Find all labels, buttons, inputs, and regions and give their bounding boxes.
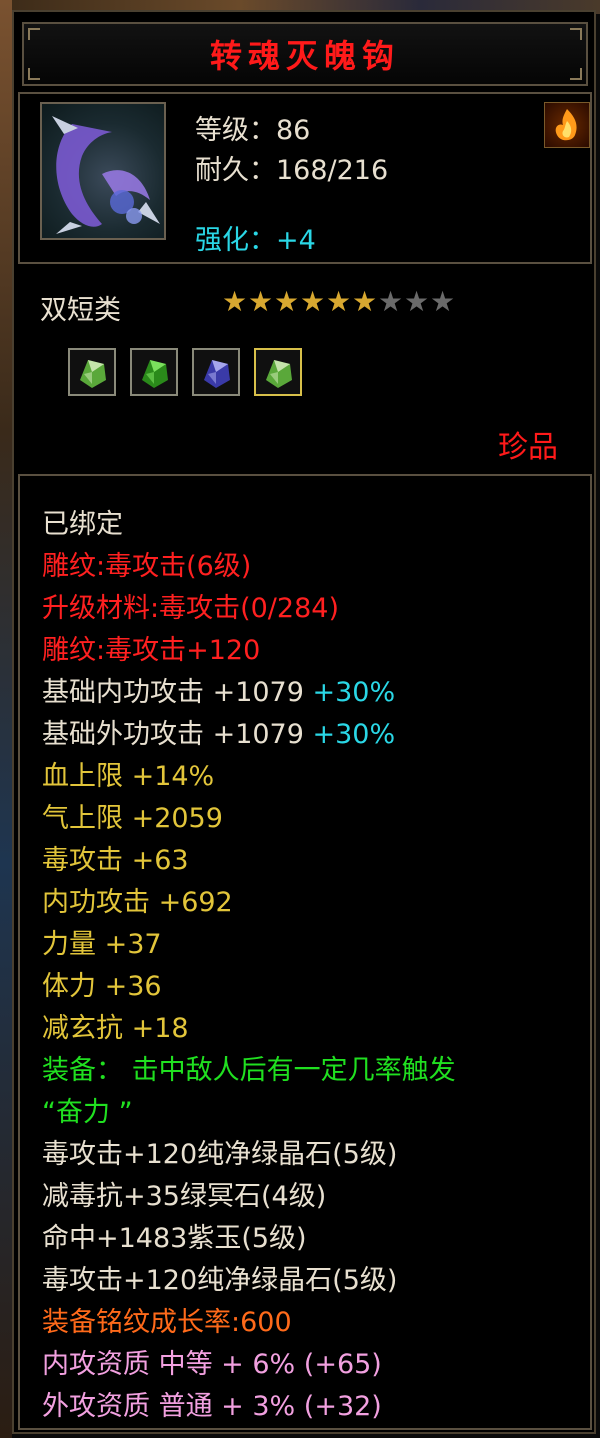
gem-sockets (68, 348, 302, 396)
attribute-line: 毒攻击+120纯净绿晶石(5级) (42, 1260, 456, 1302)
attribute-line: 命中+1483紫玉(5级) (42, 1218, 456, 1260)
attribute-bonus: +30% (303, 719, 396, 750)
attribute-text: 内功攻击 +692 (42, 887, 233, 918)
attribute-text: 力量 +37 (42, 929, 162, 960)
attribute-line: “奋力 ” (42, 1092, 456, 1134)
attribute-text: 内攻资质 中等 + 6% (+65) (42, 1349, 382, 1380)
attribute-text: 雕纹:毒攻击(6级) (42, 551, 252, 582)
level-text: 等级：86 (195, 115, 311, 146)
attribute-text: 血上限 +14% (42, 761, 215, 792)
attribute-line: 雕纹:毒攻击+120 (42, 630, 456, 672)
star-filled-icon: ★ (326, 285, 352, 318)
attribute-text: 气上限 +2059 (42, 803, 223, 834)
star-empty-icon: ★ (404, 285, 430, 318)
attribute-line: 基础外功攻击 +1079 +30% (42, 714, 456, 756)
item-header: 等级：86 耐久：168/216 强化：+4 (18, 92, 592, 264)
attribute-line: 毒攻击+120纯净绿晶石(5级) (42, 1134, 456, 1176)
fire-element-icon (544, 102, 590, 148)
attribute-line: 减毒抗+35绿冥石(4级) (42, 1176, 456, 1218)
attribute-line: 装备： 击中敌人后有一定几率触发 (42, 1050, 456, 1092)
attribute-text: 减玄抗 +18 (42, 1013, 189, 1044)
title-bar: 转魂灭魄钩 (22, 22, 588, 86)
attribute-line: 基础内功攻击 +1079 +30% (42, 672, 456, 714)
weapon-hook-icon (40, 102, 166, 240)
attribute-text: 毒攻击+120纯净绿晶石(5级) (42, 1265, 398, 1296)
attribute-text: 减毒抗+35绿冥石(4级) (42, 1181, 327, 1212)
attribute-line: 雕纹:毒攻击(6级) (42, 546, 456, 588)
attribute-text: 毒攻击 +63 (42, 845, 189, 876)
star-filled-icon: ★ (352, 285, 378, 318)
star-empty-icon: ★ (378, 285, 404, 318)
durability-text: 耐久：168/216 (195, 155, 389, 186)
attribute-line: 已绑定 (42, 504, 456, 546)
attribute-text: 命中+1483紫玉(5级) (42, 1223, 307, 1254)
attribute-line: 装备铭纹成长率:600 (42, 1302, 456, 1344)
white-green-gem-icon[interactable] (68, 348, 116, 396)
star-filled-icon: ★ (248, 285, 274, 318)
attributes-panel: 已绑定雕纹:毒攻击(6级) 升级材料:毒攻击(0/284) 雕纹:毒攻击+120 基础… (18, 474, 592, 1430)
background-left-edge (0, 0, 12, 1438)
attribute-line: 血上限 +14% (42, 756, 456, 798)
attribute-text: 装备铭纹成长率:600 (42, 1307, 292, 1338)
item-name: 转魂灭魄钩 (209, 37, 400, 75)
strengthen-text: 强化：+4 (195, 225, 316, 256)
attribute-line: 内攻资质 中等 + 6% (+65) (42, 1344, 456, 1386)
attribute-line: 力量 +37 (42, 924, 456, 966)
item-tooltip: 转魂灭魄钩 等级：86 耐久：168/216 强化：+4 双短类 ★ ★ ★ ★ ★ ★ ★… (12, 10, 596, 1434)
green-gem-icon[interactable] (130, 348, 178, 396)
attribute-bonus: +30% (303, 677, 396, 708)
blue-gem-icon[interactable] (192, 348, 240, 396)
white-green-gem-icon[interactable] (254, 348, 302, 396)
attribute-text: 基础外功攻击 +1079 (42, 719, 304, 750)
attribute-line: 外攻资质 普通 + 3% (+32) (42, 1386, 456, 1428)
star-empty-icon: ★ (430, 285, 456, 318)
attribute-text: 体力 +36 (42, 971, 162, 1002)
attribute-line: 毒攻击 +63 (42, 840, 456, 882)
star-filled-icon: ★ (300, 285, 326, 318)
star-filled-icon: ★ (274, 285, 300, 318)
attribute-text: “奋力 ” (42, 1097, 133, 1128)
attribute-text: 升级材料:毒攻击(0/284) (42, 593, 339, 624)
star-filled-icon: ★ (222, 285, 248, 318)
weapon-category: 双短类 (40, 295, 121, 326)
attribute-text: 毒攻击+120纯净绿晶石(5级) (42, 1139, 398, 1170)
attribute-line: 体力 +36 (42, 966, 456, 1008)
attribute-line: 内功攻击 +692 (42, 882, 456, 924)
attribute-line: 减玄抗 +18 (42, 1008, 456, 1050)
attribute-text: 外攻资质 普通 + 3% (+32) (42, 1391, 382, 1422)
attribute-text: 基础内功攻击 +1079 (42, 677, 304, 708)
attribute-text: 已绑定 (42, 509, 123, 540)
star-rating: ★ ★ ★ ★ ★ ★ ★ ★ ★ (222, 285, 456, 318)
attribute-text: 雕纹:毒攻击+120 (42, 635, 261, 666)
rarity-label: 珍品 (498, 430, 558, 465)
attribute-line: 气上限 +2059 (42, 798, 456, 840)
attribute-text: 装备： 击中敌人后有一定几率触发 (42, 1055, 456, 1086)
attribute-line: 升级材料:毒攻击(0/284) (42, 588, 456, 630)
attribute-list: 已绑定雕纹:毒攻击(6级) 升级材料:毒攻击(0/284) 雕纹:毒攻击+120 基础… (42, 504, 456, 1428)
